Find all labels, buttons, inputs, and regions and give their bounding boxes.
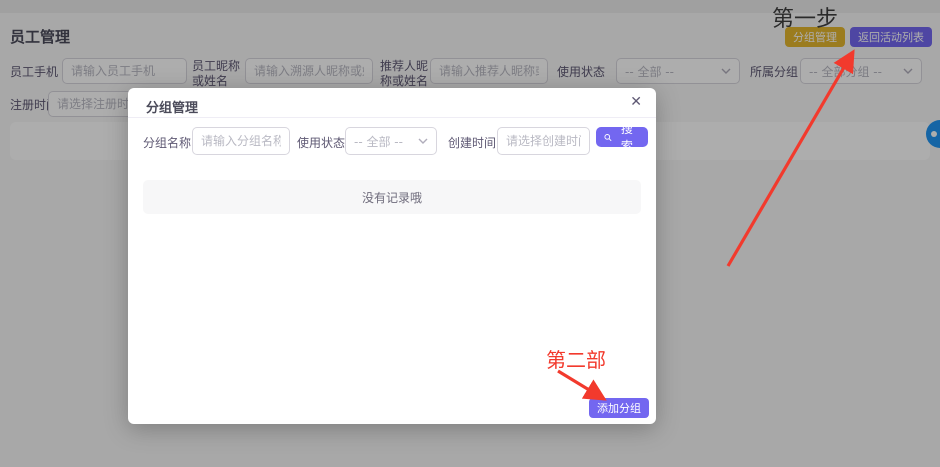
- modal-status-label: 使用状态: [297, 136, 346, 150]
- search-button-label: 搜 索: [620, 122, 635, 153]
- modal-status-select[interactable]: -- 全部 --: [345, 127, 437, 155]
- created-time-label: 创建时间: [448, 136, 497, 150]
- group-management-modal: 分组管理 ✕ 分组名称 使用状态 -- 全部 -- 创建时间 搜 索 没有记录哦…: [128, 88, 656, 424]
- search-button[interactable]: 搜 索: [596, 122, 648, 153]
- group-name-input[interactable]: [192, 127, 290, 155]
- close-icon[interactable]: ✕: [630, 95, 642, 109]
- add-group-button[interactable]: 添加分组: [589, 398, 649, 418]
- created-time-input[interactable]: [497, 127, 590, 155]
- empty-state: 没有记录哦: [143, 180, 641, 214]
- modal-status-value: -- 全部 --: [354, 134, 403, 149]
- screen: 员工管理 分组管理 返回活动列表 员工手机 员工昵称或姓名 推荐人昵称或姓名 使…: [0, 0, 940, 467]
- chevron-down-icon: [418, 138, 428, 144]
- modal-header: 分组管理 ✕: [128, 88, 656, 118]
- group-name-label: 分组名称: [143, 136, 192, 150]
- modal-title: 分组管理: [146, 101, 199, 116]
- search-icon: [604, 133, 612, 141]
